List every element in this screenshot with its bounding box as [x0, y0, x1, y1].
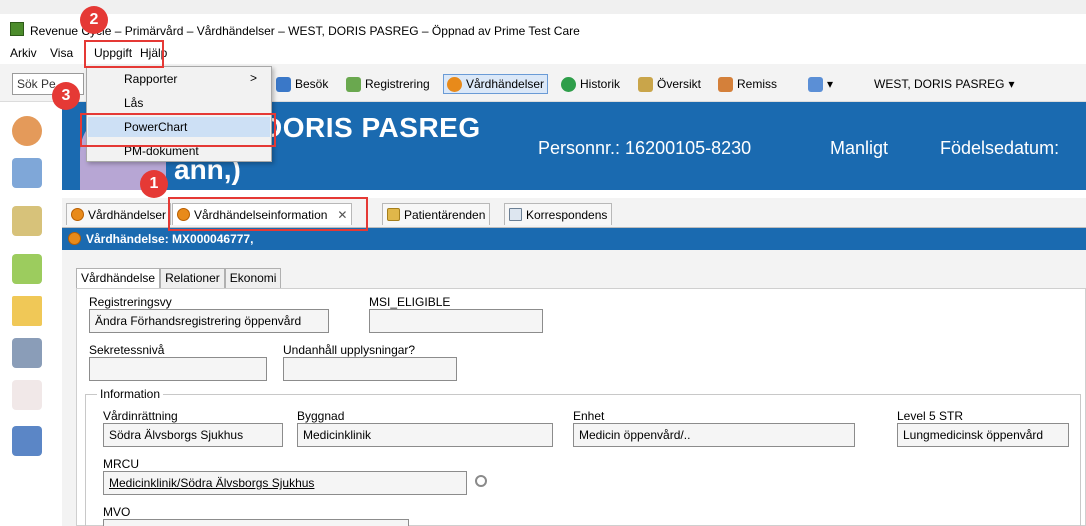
mrcu-field[interactable]: Medicinklinik/Södra Älvsborgs Sjukhus — [103, 471, 467, 495]
folder-icon — [387, 208, 400, 221]
calendar-icon — [276, 76, 291, 92]
windows-icon — [808, 76, 823, 92]
chevron-right-icon: > — [250, 71, 258, 85]
registrering-label: Registrering — [365, 77, 430, 91]
search-icon[interactable] — [475, 475, 487, 487]
overview-icon — [638, 76, 653, 92]
tab-patientarenden[interactable]: Patientärenden — [382, 203, 491, 225]
title-bar-strip — [0, 0, 1086, 14]
besok-button[interactable]: Besök — [276, 74, 328, 94]
besok-label: Besök — [295, 77, 329, 91]
callout-box-powerchart — [80, 113, 276, 147]
hospital-icon[interactable] — [12, 426, 42, 456]
checklist-icon[interactable] — [12, 380, 42, 410]
content-area: Vårdhändelse Relationer Ekonomi Registre… — [62, 250, 1086, 526]
document-icon — [509, 208, 522, 221]
calendar-clock-icon[interactable] — [12, 158, 42, 188]
clock-icon — [71, 208, 84, 221]
tab-vardhandelser[interactable]: Vårdhändelser — [66, 203, 172, 225]
undanhall-field[interactable] — [283, 357, 457, 381]
patient-selector[interactable]: WEST, DORIS PASREG ▾ — [874, 74, 1015, 94]
patient-gender: Manligt — [830, 138, 889, 158]
menu-item-rapporter[interactable]: Rapporter > — [88, 69, 270, 89]
tab-korrespondens-label: Korrespondens — [526, 207, 608, 222]
remiss-button[interactable]: Remiss — [718, 74, 777, 94]
sekretessniva-field[interactable] — [89, 357, 267, 381]
information-group-title: Information — [97, 387, 164, 401]
title-bar: Revenue Cycle – Primärvård – Vårdhändels… — [0, 0, 1086, 42]
pencil-icon — [346, 76, 361, 92]
mvo-field[interactable] — [103, 519, 409, 526]
clock-icon — [68, 232, 81, 245]
enhet-label: Enhet — [573, 409, 605, 423]
tab-vardhandelser-label: Vårdhändelser — [88, 207, 167, 222]
historik-label: Historik — [580, 77, 621, 91]
section-header: Vårdhändelse: MX000046777, — [62, 228, 1086, 250]
callout-badge-3: 3 — [52, 82, 80, 110]
person-icon — [718, 76, 733, 92]
byggnad-label: Byggnad — [297, 409, 345, 423]
chevron-down-icon: ▾ — [1008, 77, 1015, 91]
menu-arkiv[interactable]: Arkiv — [10, 46, 37, 60]
mrcu-label: MRCU — [103, 457, 139, 471]
sekretessniva-label: Sekretessnivå — [89, 343, 165, 357]
vardhandelser-label: Vårdhändelser — [466, 77, 545, 91]
transfer-icon[interactable] — [12, 254, 42, 284]
registreringsvy-field[interactable]: Ändra Förhandsregistrering öppenvård — [89, 309, 329, 333]
tab-patientarenden-label: Patientärenden — [404, 207, 486, 222]
undanhall-label: Undanhåll upplysningar? — [283, 343, 416, 357]
clipboard-icon[interactable] — [12, 206, 42, 236]
callout-badge-2: 2 — [80, 6, 108, 34]
callout-badge-1: 1 — [140, 170, 168, 198]
sub-tab-bar: Vårdhändelse Relationer Ekonomi — [76, 268, 282, 288]
building-person-icon[interactable] — [12, 338, 42, 368]
callout-box-tab — [168, 197, 368, 231]
patient-name: DORIS PASREG — [262, 112, 481, 143]
subtab-vardhandelse[interactable]: Vårdhändelse — [76, 268, 161, 288]
subtab-relationer[interactable]: Relationer — [160, 268, 225, 288]
historik-button[interactable]: Historik — [561, 74, 620, 94]
clock-icon — [447, 76, 462, 92]
oversikt-label: Översikt — [657, 77, 702, 91]
layout-menu-button[interactable]: ▾ — [808, 74, 833, 94]
history-icon — [561, 76, 576, 92]
patient-selector-label: WEST, DORIS PASREG — [874, 77, 1005, 91]
msi-eligible-label: MSI_ELIGIBLE — [369, 295, 451, 309]
oversikt-button[interactable]: Översikt — [638, 74, 701, 94]
vardinrattning-field[interactable]: Södra Älvsborgs Sjukhus — [103, 423, 283, 447]
level5-label: Level 5 STR — [897, 409, 964, 423]
mvo-label: MVO — [103, 505, 131, 519]
vardinrattning-label: Vårdinrättning — [103, 409, 178, 423]
patient-birthdate-label: Födelsedatum: — [940, 138, 1060, 158]
subtab-ekonomi[interactable]: Ekonomi — [224, 268, 282, 288]
window-title: Revenue Cycle – Primärvård – Vårdhändels… — [30, 24, 580, 38]
registreringsvy-label: Registreringsvy — [89, 295, 172, 309]
callout-box-uppgift — [84, 40, 164, 68]
byggnad-field[interactable]: Medicinklinik — [297, 423, 553, 447]
registrering-button[interactable]: Registrering — [346, 74, 430, 94]
patient-personnr: Personnr.: 16200105-8230 — [538, 138, 752, 158]
menu-item-rapporter-label: Rapporter — [124, 72, 178, 86]
left-nav — [0, 102, 58, 526]
layout-menu-arrow: ▾ — [827, 77, 834, 91]
person-search-icon[interactable] — [12, 116, 42, 146]
level5-field[interactable]: Lungmedicinsk öppenvård — [897, 423, 1069, 447]
form-panel: Registreringsvy Ändra Förhandsregistreri… — [76, 288, 1086, 526]
tab-korrespondens[interactable]: Korrespondens — [504, 203, 613, 225]
mail-icon[interactable] — [12, 296, 42, 326]
menu-item-las[interactable]: Lås — [88, 93, 270, 113]
vardhandelser-button[interactable]: Vårdhändelser — [443, 74, 549, 94]
msi-eligible-field[interactable] — [369, 309, 543, 333]
app-icon — [10, 22, 24, 36]
enhet-field[interactable]: Medicin öppenvård/.. — [573, 423, 855, 447]
section-title: Vårdhändelse: MX000046777, — [86, 232, 254, 246]
menu-visa[interactable]: Visa — [50, 46, 73, 60]
remiss-label: Remiss — [737, 77, 778, 91]
